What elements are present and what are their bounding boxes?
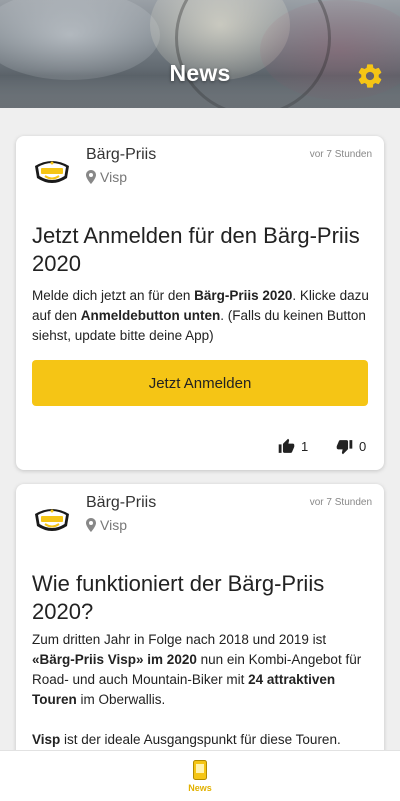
like-count: 1 <box>301 439 309 454</box>
location: Visp <box>86 517 127 533</box>
location-label: Visp <box>100 517 127 533</box>
post-body: Zum dritten Jahr in Folge nach 2018 und … <box>32 630 372 750</box>
post-title: Wie funktioniert der Bärg-Priis 2020? <box>32 571 325 624</box>
nav-item-news[interactable]: News <box>170 755 230 799</box>
thumbs-up-icon <box>278 438 295 453</box>
post-body-text: ist der ideale Ausgangspunkt für diese T… <box>60 732 341 747</box>
post-body-bold: Anmeldebutton unten <box>80 308 221 323</box>
location: Visp <box>86 169 127 185</box>
news-feed[interactable]: Bärg-Priis Visp vor 7 Stunden Jetzt Anme… <box>0 108 400 750</box>
location-label: Visp <box>100 169 127 185</box>
post-time: vor 7 Stunden <box>309 497 372 508</box>
club-logo-icon <box>35 509 69 531</box>
club-logo-icon <box>35 161 69 183</box>
club-name[interactable]: Bärg-Priis <box>86 494 156 512</box>
bottom-nav: News <box>0 750 400 801</box>
news-card[interactable]: Bärg-Priis Visp vor 7 Stunden Jetzt Anme… <box>16 136 384 470</box>
post-body-bold: Visp <box>32 732 61 747</box>
settings-button[interactable] <box>356 62 384 90</box>
thumbs-down-icon <box>336 440 353 455</box>
post-title: Jetzt Anmelden für den Bärg-Priis 2020 <box>32 223 360 276</box>
post-body-bold: Bärg-Priis 2020 <box>194 288 293 303</box>
post-body-bold: «Bärg-Priis Visp» im 2020 <box>32 652 197 667</box>
header-banner: News <box>0 0 400 108</box>
post-body: Melde dich jetzt an für den Bärg-Priis 2… <box>32 286 372 346</box>
like-button[interactable]: 1 <box>278 438 308 455</box>
news-icon <box>193 760 207 780</box>
dislike-count: 0 <box>359 439 367 454</box>
register-button[interactable]: Jetzt Anmelden <box>32 360 368 406</box>
paragraph-break <box>32 710 372 730</box>
location-pin-icon <box>86 170 96 184</box>
dislike-button[interactable]: 0 <box>336 438 366 455</box>
nav-label: News <box>188 783 212 793</box>
post-time: vor 7 Stunden <box>309 149 372 160</box>
news-card[interactable]: Bärg-Priis Visp vor 7 Stunden Wie funkti… <box>16 484 384 750</box>
club-name[interactable]: Bärg-Priis <box>86 146 156 164</box>
page-title: News <box>169 60 231 86</box>
post-body-text: im Oberwallis. <box>76 692 166 707</box>
post-body-text: Zum dritten Jahr in Folge nach 2018 und … <box>32 632 327 647</box>
post-body-text: Melde dich jetzt an für den <box>32 288 195 303</box>
location-pin-icon <box>86 518 96 532</box>
gear-icon <box>358 64 382 88</box>
